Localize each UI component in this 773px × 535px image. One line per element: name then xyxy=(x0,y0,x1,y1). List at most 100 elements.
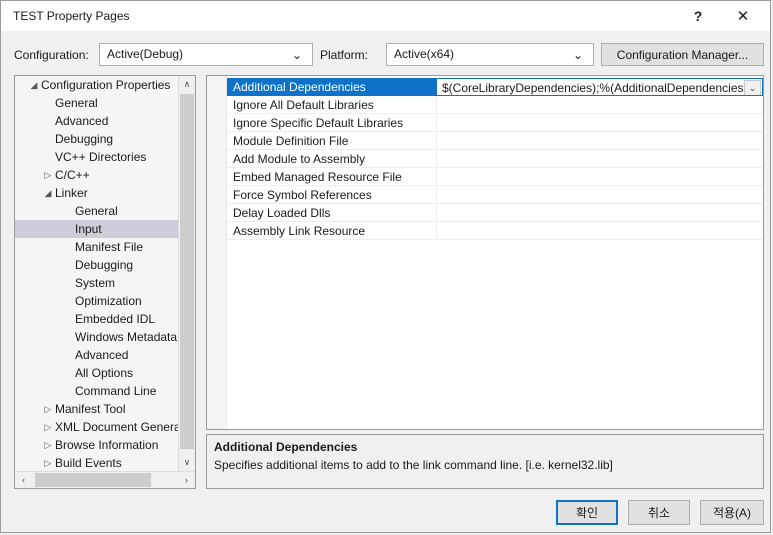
table-row[interactable]: Ignore Specific Default Libraries xyxy=(227,114,763,132)
tree-vertical-scroll-thumb[interactable] xyxy=(180,94,194,449)
tree-item-label: Optimization xyxy=(75,294,142,308)
cancel-button[interactable]: 취소 xyxy=(628,500,690,525)
tree-item-vc-directories[interactable]: VC++ Directories xyxy=(15,148,178,166)
tree-item-label: Command Line xyxy=(75,384,157,398)
tree-item-input[interactable]: Input xyxy=(15,220,178,238)
tree-item-label: Input xyxy=(75,222,102,236)
tree-horizontal-scroll-thumb[interactable] xyxy=(35,473,151,487)
configuration-value: Active(Debug) xyxy=(107,47,184,61)
property-value[interactable]: $(CoreLibraryDependencies);%(AdditionalD… xyxy=(437,78,763,96)
tree-vertical-scrollbar[interactable]: ∧ ∨ xyxy=(178,76,195,471)
property-name[interactable]: Module Definition File xyxy=(227,132,437,150)
tree-item-label: Manifest Tool xyxy=(55,402,126,416)
tree-item-label: Debugging xyxy=(55,132,114,146)
tree-item-debugging[interactable]: Debugging xyxy=(15,130,178,148)
tree-item-optimization[interactable]: Optimization xyxy=(15,292,178,310)
property-name[interactable]: Force Symbol References xyxy=(227,186,437,204)
table-row[interactable]: Embed Managed Resource File xyxy=(227,168,763,186)
tree-item-manifest-file[interactable]: Manifest File xyxy=(15,238,178,256)
property-value[interactable] xyxy=(437,114,763,132)
expand-triangle-icon[interactable]: ▷ xyxy=(41,418,55,436)
property-value[interactable] xyxy=(437,222,763,240)
expand-triangle-icon[interactable]: ▷ xyxy=(41,454,55,471)
table-row[interactable]: Module Definition File xyxy=(227,132,763,150)
scroll-right-icon[interactable]: › xyxy=(178,472,195,488)
tree-item-label: Advanced xyxy=(55,114,109,128)
property-name[interactable]: Additional Dependencies xyxy=(227,78,437,96)
tree-horizontal-scrollbar[interactable]: ‹ › xyxy=(15,471,195,488)
property-value[interactable] xyxy=(437,204,763,222)
property-value[interactable] xyxy=(437,150,763,168)
tree-item-label: Configuration Properties xyxy=(41,78,171,92)
property-name[interactable]: Add Module to Assembly xyxy=(227,150,437,168)
tree-item-configuration-properties[interactable]: ◢ Configuration Properties xyxy=(15,76,178,94)
tree-item-advanced[interactable]: Advanced xyxy=(15,346,178,364)
tree-item-linker[interactable]: ◢ Linker xyxy=(15,184,178,202)
scroll-down-icon[interactable]: ∨ xyxy=(179,454,195,471)
tree-item-label: C/C++ xyxy=(55,168,90,182)
tree-item-label: Debugging xyxy=(75,258,134,272)
title-bar: TEST Property Pages ? ✕ xyxy=(1,1,770,31)
help-icon[interactable]: ? xyxy=(677,1,719,31)
platform-label: Platform: xyxy=(320,48,369,62)
table-row[interactable]: Ignore All Default Libraries xyxy=(227,96,763,114)
chevron-down-icon: ⌄ xyxy=(291,47,303,62)
expand-triangle-icon[interactable]: ▷ xyxy=(41,400,55,418)
property-name[interactable]: Ignore Specific Default Libraries xyxy=(227,114,437,132)
chevron-down-icon: ⌄ xyxy=(572,47,584,62)
tree-item-general[interactable]: General xyxy=(15,202,178,220)
value-dropdown-button[interactable]: ⌄ xyxy=(744,80,761,95)
tree-item-c-c[interactable]: ▷ C/C++ xyxy=(15,166,178,184)
expand-triangle-icon[interactable]: ▷ xyxy=(41,166,55,184)
tree-item-label: Build Events xyxy=(55,456,122,470)
configuration-dropdown[interactable]: Active(Debug) ⌄ xyxy=(99,43,313,66)
close-icon[interactable]: ✕ xyxy=(722,1,764,31)
collapse-triangle-icon[interactable]: ◢ xyxy=(41,184,55,202)
table-row[interactable]: Delay Loaded Dlls xyxy=(227,204,763,222)
scroll-up-icon[interactable]: ∧ xyxy=(179,76,195,93)
property-value[interactable] xyxy=(437,96,763,114)
tree-item-label: All Options xyxy=(75,366,134,380)
tree-item-advanced[interactable]: Advanced xyxy=(15,112,178,130)
tree-item-label: General xyxy=(55,96,98,110)
tree-item-windows-metadata[interactable]: Windows Metadata xyxy=(15,328,178,346)
property-value[interactable] xyxy=(437,168,763,186)
tree-item-label: Manifest File xyxy=(75,240,144,254)
tree-item-label: Advanced xyxy=(75,348,129,362)
table-row[interactable]: Force Symbol References xyxy=(227,186,763,204)
tree-item-general[interactable]: General xyxy=(15,94,178,112)
ok-button[interactable]: 확인 xyxy=(556,500,618,525)
property-name[interactable]: Delay Loaded Dlls xyxy=(227,204,437,222)
tree-item-all-options[interactable]: All Options xyxy=(15,364,178,382)
collapse-triangle-icon[interactable]: ◢ xyxy=(27,76,41,94)
table-row[interactable]: Additional Dependencies $(CoreLibraryDepe… xyxy=(227,78,763,96)
description-pane: Additional Dependencies Specifies additi… xyxy=(206,434,764,489)
description-text: Specifies additional items to add to the… xyxy=(214,458,613,472)
property-name[interactable]: Embed Managed Resource File xyxy=(227,168,437,186)
tree-item-xml-document-generator[interactable]: ▷XML Document Generator xyxy=(15,418,178,436)
configuration-manager-button[interactable]: Configuration Manager... xyxy=(601,43,764,66)
tree-item-debugging[interactable]: Debugging xyxy=(15,256,178,274)
table-row[interactable]: Add Module to Assembly xyxy=(227,150,763,168)
scroll-left-icon[interactable]: ‹ xyxy=(15,472,32,488)
configuration-tree[interactable]: ◢ Configuration Properties General Advanced… xyxy=(15,76,178,471)
property-value[interactable] xyxy=(437,132,763,150)
tree-item-label: Browse Information xyxy=(55,438,159,452)
property-name[interactable]: Ignore All Default Libraries xyxy=(227,96,437,114)
table-row[interactable]: Assembly Link Resource xyxy=(227,222,763,240)
tree-item-embedded-idl[interactable]: Embedded IDL xyxy=(15,310,178,328)
tree-item-build-events[interactable]: ▷ Build Events xyxy=(15,454,178,471)
tree-item-label: VC++ Directories xyxy=(55,150,147,164)
tree-item-manifest-tool[interactable]: ▷ Manifest Tool xyxy=(15,400,178,418)
property-pages-dialog: TEST Property Pages ? ✕ Configuration: A… xyxy=(0,0,771,533)
tree-item-command-line[interactable]: Command Line xyxy=(15,382,178,400)
tree-item-system[interactable]: System xyxy=(15,274,178,292)
property-value[interactable] xyxy=(437,186,763,204)
property-grid[interactable]: Additional Dependencies $(CoreLibraryDepe… xyxy=(206,75,764,430)
expand-triangle-icon[interactable]: ▷ xyxy=(41,436,55,454)
tree-item-browse-information[interactable]: ▷ Browse Information xyxy=(15,436,178,454)
platform-dropdown[interactable]: Active(x64) ⌄ xyxy=(386,43,594,66)
apply-button[interactable]: 적용(A) xyxy=(700,500,764,525)
property-name[interactable]: Assembly Link Resource xyxy=(227,222,437,240)
window-title: TEST Property Pages xyxy=(13,9,130,23)
